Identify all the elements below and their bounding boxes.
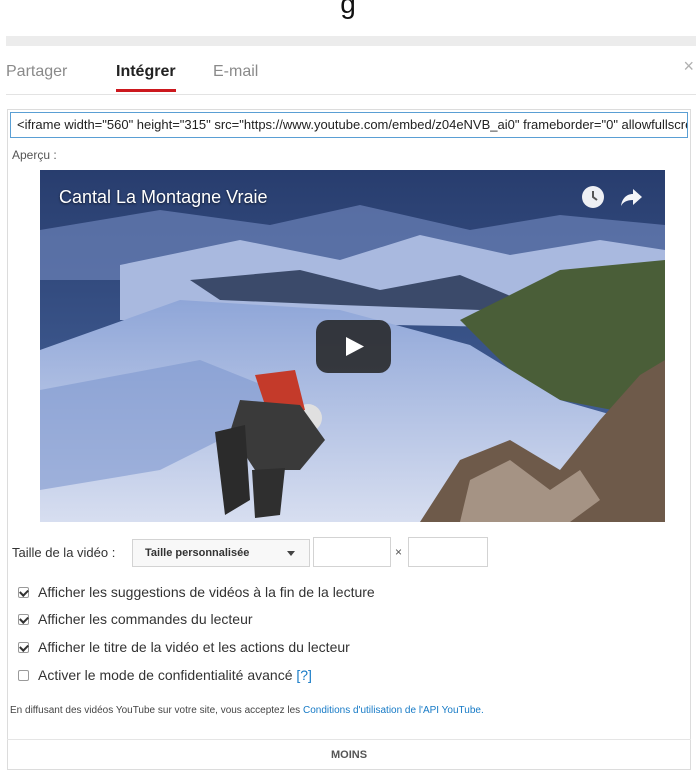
terms-notice: En diffusant des vidéos YouTube sur votr… [10, 705, 484, 716]
tab-bar: Partager Intégrer E-mail × [6, 46, 696, 95]
show-less-button[interactable]: MOINS [7, 739, 691, 770]
checkbox-show-suggestions[interactable] [18, 587, 29, 598]
embed-code-field[interactable]: <iframe width="560" height="315" src="ht… [10, 112, 688, 138]
checkbox-show-title[interactable] [18, 642, 29, 653]
option-label: Activer le mode de confidentialité avanc… [38, 667, 293, 683]
share-icon[interactable] [618, 184, 644, 210]
chevron-down-icon [287, 551, 295, 556]
tab-share[interactable]: Partager [6, 63, 67, 89]
video-size-label: Taille de la vidéo : [12, 545, 116, 560]
video-size-selected-value: Taille personnalisée [145, 547, 250, 559]
checkbox-privacy-mode[interactable] [18, 670, 29, 681]
video-title[interactable]: Cantal La Montagne Vraie [59, 187, 267, 208]
header-strip [6, 36, 696, 46]
play-button[interactable] [316, 320, 391, 373]
close-icon[interactable]: × [683, 56, 694, 77]
watch-later-icon[interactable] [580, 184, 606, 210]
video-size-select[interactable]: Taille personnalisée [132, 539, 310, 567]
tab-email[interactable]: E-mail [213, 63, 258, 89]
preview-label: Aperçu : [12, 148, 57, 162]
terms-link[interactable]: Conditions d'utilisation de l'API YouTub… [303, 705, 484, 716]
terms-text: En diffusant des vidéos YouTube sur votr… [10, 705, 301, 716]
page-heading: g [340, 0, 356, 19]
tab-embed[interactable]: Intégrer [116, 63, 176, 92]
size-separator: × [395, 545, 403, 559]
checkbox-show-controls[interactable] [18, 614, 29, 625]
video-size-row: Taille de la vidéo : Taille personnalisé… [10, 537, 690, 569]
play-icon [346, 337, 364, 356]
option-label: Afficher le titre de la vidéo et les act… [38, 639, 350, 655]
option-label: Afficher les suggestions de vidéos à la … [38, 584, 375, 600]
option-label: Afficher les commandes du lecteur [38, 611, 253, 627]
height-input[interactable] [408, 537, 488, 567]
video-preview[interactable]: Cantal La Montagne Vraie [40, 170, 665, 522]
width-input[interactable] [313, 537, 391, 567]
privacy-help-link[interactable]: [?] [296, 667, 312, 683]
